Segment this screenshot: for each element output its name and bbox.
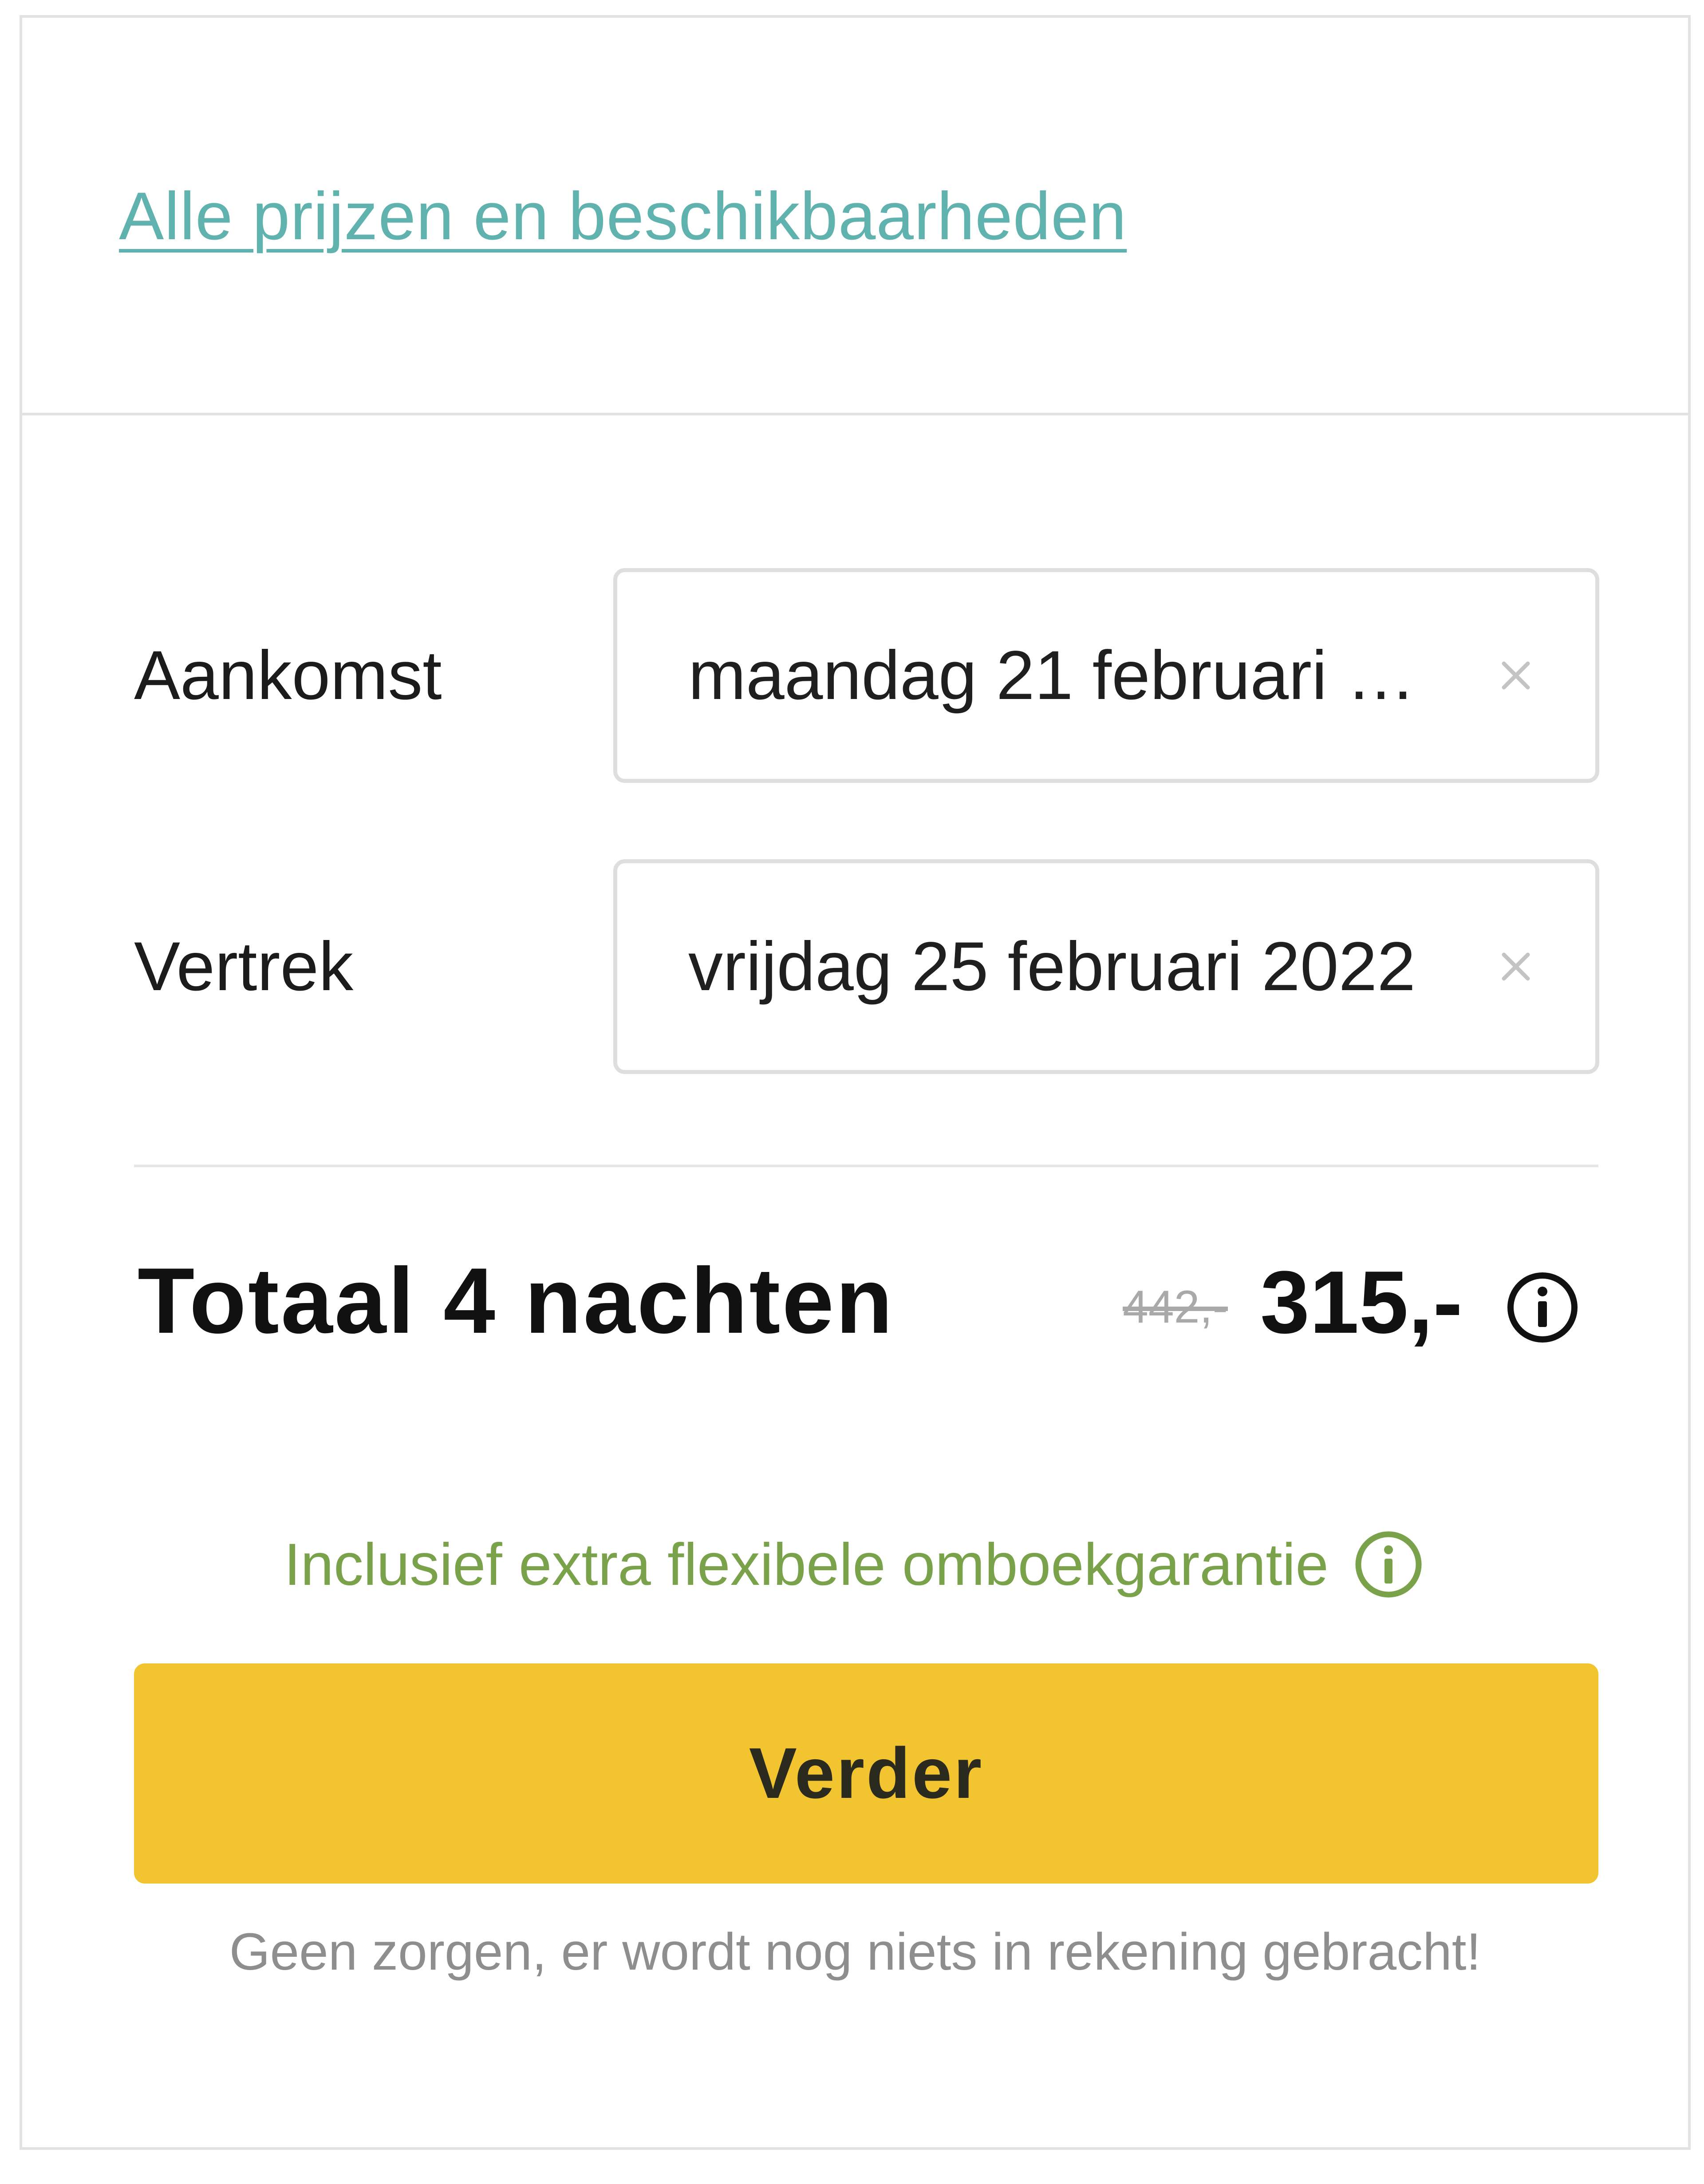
departure-row: Vertrek vrijdag 25 februari 2022 — [134, 859, 1599, 1074]
total-title: Totaal 4 nachten — [138, 1248, 895, 1353]
close-icon[interactable] — [1491, 863, 1540, 1070]
continue-button[interactable]: Verder — [134, 1663, 1598, 1884]
booking-card: Alle prijzen en beschikbaarheden Aankoms… — [20, 15, 1691, 2150]
departure-date-value: vrijdag 25 februari 2022 — [688, 928, 1416, 1005]
arrival-label: Aankomst — [134, 637, 442, 714]
old-price: 442,- — [1123, 1281, 1228, 1333]
info-icon[interactable] — [1351, 1527, 1426, 1602]
arrival-date-input[interactable]: maandag 21 februari 2022 — [613, 568, 1599, 783]
departure-date-input[interactable]: vrijdag 25 februari 2022 — [613, 859, 1599, 1074]
departure-label: Vertrek — [134, 928, 354, 1005]
info-icon[interactable] — [1503, 1268, 1582, 1347]
arrival-date-value: maandag 21 februari 2022 — [688, 637, 1416, 714]
close-icon[interactable] — [1491, 572, 1540, 779]
guarantee-row: Inclusief extra flexibele omboekgarantie — [22, 1527, 1688, 1602]
continue-button-label: Verder — [749, 1733, 984, 1813]
new-price: 315,- — [1260, 1253, 1463, 1352]
section-divider — [22, 413, 1688, 415]
price-divider — [134, 1165, 1598, 1167]
arrival-row: Aankomst maandag 21 februari 2022 — [134, 568, 1599, 783]
guarantee-text: Inclusief extra flexibele omboekgarantie — [284, 1531, 1329, 1598]
all-prices-link[interactable]: Alle prijzen en beschikbaarheden — [119, 178, 1127, 255]
payment-footnote: Geen zorgen, er wordt nog niets in reken… — [229, 1923, 1481, 1981]
